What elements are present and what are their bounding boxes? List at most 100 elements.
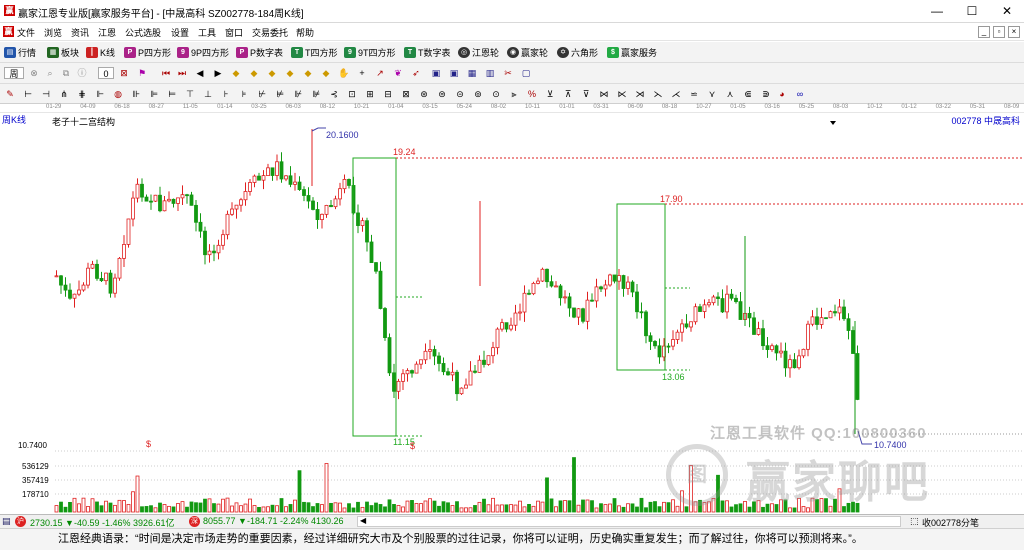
period-select[interactable]: 周 [4,67,24,79]
line-26-icon[interactable]: ⫸ [508,88,520,100]
line-7-icon[interactable]: ⊫ [148,88,160,100]
line-21-icon[interactable]: ⊛ [418,88,430,100]
sz-index[interactable]: 8055.77 ▼-184.71 -2.24% 4130.26 [203,516,344,526]
palette-icon[interactable]: ◕ [776,88,788,100]
first-icon[interactable]: ⏮ [160,67,172,79]
toolbar-hexagon[interactable]: ✡ 六角形 [557,45,598,60]
monitor-icon[interactable]: ▢ [520,67,532,79]
param-select[interactable]: 0 [98,67,114,79]
diamond-4-icon[interactable]: ◆ [284,67,296,79]
line-38-icon[interactable]: ⋐ [742,88,754,100]
diamond-1-icon[interactable]: ◆ [230,67,242,79]
gift-icon[interactable]: ❦ [392,67,404,79]
maximize-button[interactable]: ☐ [955,0,989,23]
toolbar-p-table[interactable]: P P数字表 [236,45,283,60]
menu-trade[interactable]: 交易委托 [252,26,288,39]
minimize-button[interactable]: — [920,0,954,23]
line-27-icon[interactable]: ⊻ [544,88,556,100]
keyboard-icon[interactable]: ▤ [2,516,11,527]
line-23-icon[interactable]: ⊝ [454,88,466,100]
menu-tools[interactable]: 工具 [198,26,216,39]
line-4-icon[interactable]: ⋕ [76,88,88,100]
toolbar-sector[interactable]: ▦ 板块 [47,45,79,60]
toolbar-9p-square[interactable]: 9 9P四方形 [177,45,229,60]
plus-icon[interactable]: + [356,67,368,79]
flag-icon[interactable]: ⚑ [136,67,148,79]
menu-gann[interactable]: 江恩 [98,26,116,39]
save-icon[interactable]: ▣ [448,67,460,79]
menu-settings[interactable]: 设置 [171,26,189,39]
arrow-icon[interactable]: ➶ [410,67,422,79]
line-14-icon[interactable]: ⊭ [274,88,286,100]
line-8-icon[interactable]: ⊨ [166,88,178,100]
menu-browse[interactable]: 浏览 [44,26,62,39]
zoom-icon[interactable]: ⌕ [44,67,56,79]
menu-file[interactable]: 文件 [17,26,35,39]
line-28-icon[interactable]: ⊼ [562,88,574,100]
diamond-3-icon[interactable]: ◆ [266,67,278,79]
table-icon[interactable]: ▦ [466,67,478,79]
box-icon[interactable]: ⊡ [346,88,358,100]
diamond-6-icon[interactable]: ◆ [320,67,332,79]
line-35-icon[interactable]: ⋍ [688,88,700,100]
line-39-icon[interactable]: ⋑ [760,88,772,100]
line-6-icon[interactable]: ⊪ [130,88,142,100]
toolbar-kline[interactable]: ┃ K线 [86,45,115,60]
chart-icon[interactable]: ▥ [484,67,496,79]
line-11-icon[interactable]: ⊦ [220,88,232,100]
diamond-5-icon[interactable]: ◆ [302,67,314,79]
line-16-icon[interactable]: ⊯ [310,88,322,100]
diamond-2-icon[interactable]: ◆ [248,67,260,79]
line-5-icon[interactable]: ⊩ [94,88,106,100]
toolbar-9t-square[interactable]: 9 9T四方形 [344,45,396,60]
info-icon[interactable]: ⓘ [76,67,88,79]
trend-icon[interactable]: ↗ [374,67,386,79]
calc-icon[interactable]: ▣ [430,67,442,79]
toolbar-gann-wheel[interactable]: ◎ 江恩轮 [458,45,499,60]
line-29-icon[interactable]: ⊽ [580,88,592,100]
pen-icon[interactable]: ✎ [4,88,16,100]
toolbar-quotes[interactable]: ▤ 行情 [4,45,36,60]
menu-app-icon[interactable]: 赢 [3,26,14,37]
line-20-icon[interactable]: ⊠ [400,88,412,100]
line-1-icon[interactable]: ⊢ [22,88,34,100]
line-3-icon[interactable]: ⋔ [58,88,70,100]
cross-red-icon[interactable]: ⊠ [118,67,130,79]
toolbar-service[interactable]: $ 赢家服务 [607,45,657,60]
line-24-icon[interactable]: ⊚ [472,88,484,100]
status-right-icon[interactable]: ⬚ [910,516,919,527]
toolbar-winner-wheel[interactable]: ◉ 赢家轮 [507,45,548,60]
line-13-icon[interactable]: ⊬ [256,88,268,100]
line-19-icon[interactable]: ⊟ [382,88,394,100]
infinity-icon[interactable]: ∞ [794,88,806,100]
mdi-restore-button[interactable]: ▫ [993,26,1005,38]
line-22-icon[interactable]: ⊜ [436,88,448,100]
menu-help[interactable]: 帮助 [296,26,314,39]
line-10-icon[interactable]: ⊥ [202,88,214,100]
menu-formula[interactable]: 公式选股 [125,26,161,39]
toolbar-p-square[interactable]: P P四方形 [124,45,171,60]
tools-icon[interactable]: ✂ [502,67,514,79]
line-31-icon[interactable]: ⋉ [616,88,628,100]
line-18-icon[interactable]: ⊞ [364,88,376,100]
dropdown-icon[interactable] [830,121,836,125]
line-12-icon[interactable]: ⊧ [238,88,250,100]
line-32-icon[interactable]: ⋊ [634,88,646,100]
line-33-icon[interactable]: ⋋ [652,88,664,100]
line-34-icon[interactable]: ⋌ [670,88,682,100]
toolbar-t-square[interactable]: T T四方形 [291,45,338,60]
left-icon[interactable]: ◀ [194,67,206,79]
line-25-icon[interactable]: ⊙ [490,88,502,100]
cross-icon[interactable]: ⊗ [28,67,40,79]
hand-icon[interactable]: ✋ [338,67,350,79]
line-37-icon[interactable]: ⋏ [724,88,736,100]
right-icon[interactable]: ▶ [212,67,224,79]
percent-icon[interactable]: % [526,88,538,100]
line-2-icon[interactable]: ⊣ [40,88,52,100]
line-9-icon[interactable]: ⊤ [184,88,196,100]
mdi-close-button[interactable]: × [1008,26,1020,38]
line-30-icon[interactable]: ⋈ [598,88,610,100]
circle-icon[interactable]: ◍ [112,88,124,100]
menu-window[interactable]: 窗口 [225,26,243,39]
copy-icon[interactable]: ⧉ [60,67,72,79]
